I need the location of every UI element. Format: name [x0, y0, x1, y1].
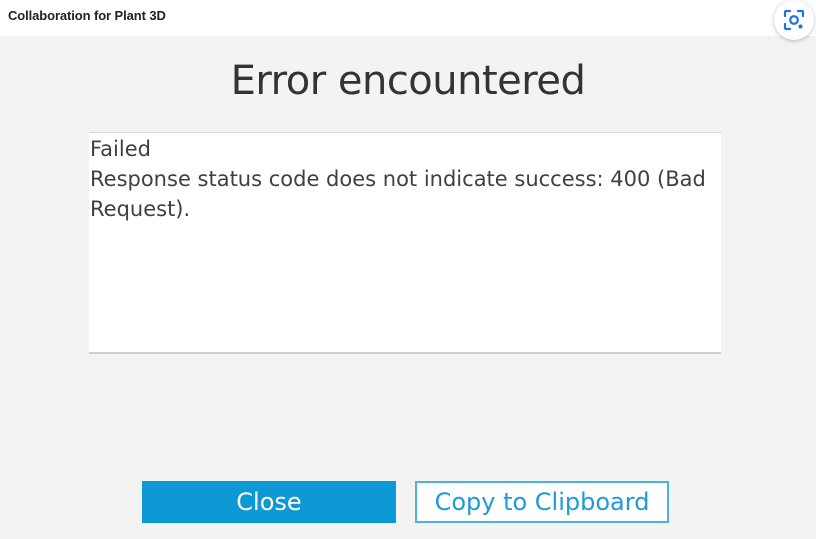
title-bar: Collaboration for Plant 3D — [0, 0, 816, 36]
close-button[interactable]: Close — [142, 481, 396, 523]
visual-search-button[interactable] — [774, 0, 814, 40]
copy-to-clipboard-button[interactable]: Copy to Clipboard — [415, 481, 669, 523]
visual-search-icon — [783, 9, 805, 31]
message-line-detail-cont: Request). — [90, 197, 191, 221]
message-line-detail: Response status code does not indicate s… — [90, 167, 706, 191]
dialog-window: Collaboration for Plant 3D Error encount… — [0, 0, 816, 539]
dialog-heading: Error encountered — [230, 58, 586, 104]
error-message-box[interactable]: Failed Response status code does not ind… — [89, 132, 721, 354]
window-title: Collaboration for Plant 3D — [8, 8, 166, 23]
message-line-status: Failed — [90, 137, 151, 161]
